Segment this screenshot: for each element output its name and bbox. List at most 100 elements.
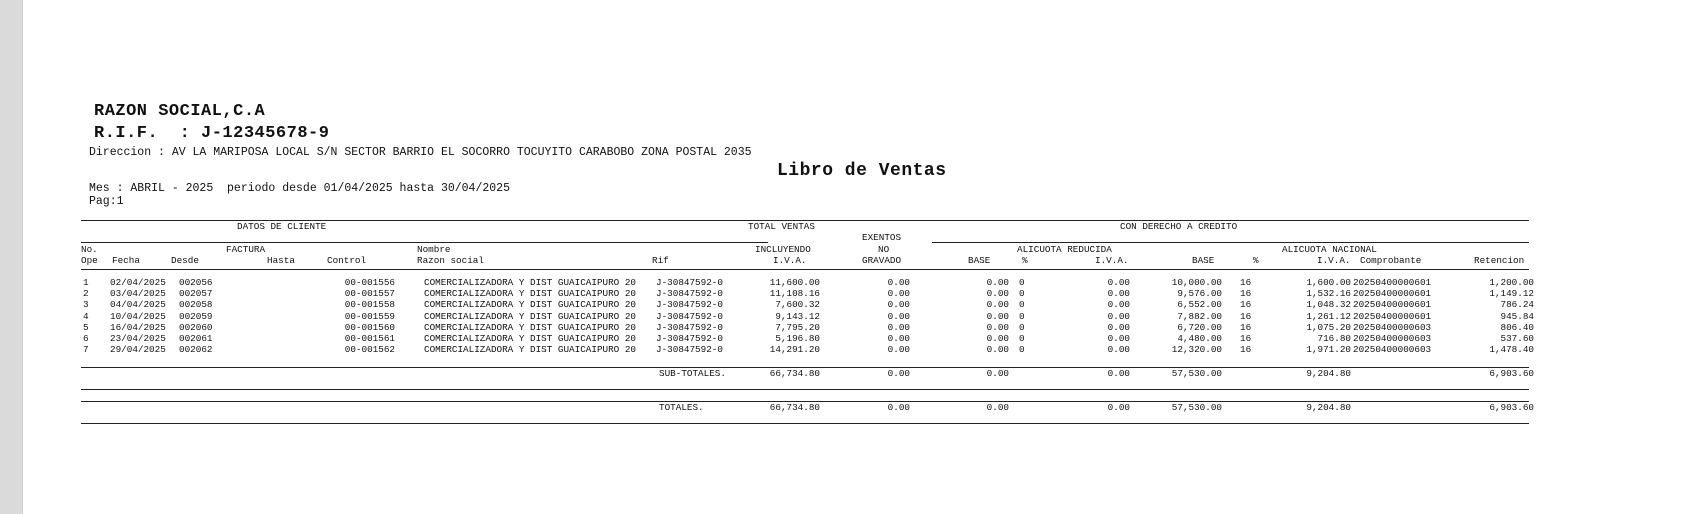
subtotales-total: 66,734.80: [769, 368, 820, 379]
cell-pct-n: 16: [1240, 344, 1252, 356]
cell-retencion: 537.60: [1500, 333, 1534, 344]
cell-retencion: 945.84: [1500, 310, 1534, 322]
subtotales-base-r: 0.00: [986, 368, 1009, 379]
cell-exentos: 0.00: [887, 310, 910, 322]
cell-pct-r: 0: [1019, 299, 1025, 311]
cell-base-n: 7,882.00: [1177, 310, 1222, 322]
cell-total: 14,291.20: [769, 344, 820, 356]
cell-base-r: 0.00: [986, 310, 1009, 322]
header-gravado: GRAVADO: [862, 255, 902, 266]
header-exentos: EXENTOS: [862, 232, 902, 243]
cell-retencion: 1,149.12: [1489, 288, 1534, 300]
cell-pct-n: 16: [1240, 299, 1252, 311]
cell-nombre: COMERCIALIZADORA Y DIST GUAICAIPURO 20: [424, 333, 637, 344]
subtotales-base-n: 57,530.00: [1171, 368, 1222, 379]
totales-base-r: 0.00: [986, 402, 1009, 413]
cell-iva-r: 0.00: [1107, 277, 1130, 288]
cell-iva-n: 1,532.16: [1306, 288, 1351, 300]
cell-iva-n: 1,971.20: [1306, 344, 1351, 356]
cell-control: 00-001561: [344, 333, 395, 344]
cell-comprobante: 20250400000601: [1353, 288, 1432, 300]
cell-base-n: 6,720.00: [1177, 321, 1222, 333]
cell-pct-n: 16: [1240, 277, 1252, 288]
cell-nombre: COMERCIALIZADORA Y DIST GUAICAIPURO 20: [424, 277, 637, 288]
totales-label: TOTALES.: [659, 402, 704, 413]
cell-pct-r: 0: [1019, 310, 1025, 322]
header-iva-total: I.V.A.: [773, 255, 807, 266]
cell-nombre: COMERCIALIZADORA Y DIST GUAICAIPURO 20: [424, 344, 637, 356]
cell-control: 00-001560: [344, 321, 395, 333]
cell-base-n: 12,320.00: [1171, 344, 1222, 356]
cell-desde: 002058: [179, 299, 213, 311]
header-alicuota-reducida: ALICUOTA REDUCIDA: [1017, 244, 1112, 255]
cell-exentos: 0.00: [887, 333, 910, 344]
cell-iva-n: 1,600.00: [1306, 277, 1351, 288]
cell-fecha: 04/04/2025: [110, 299, 166, 311]
cell-base-n: 6,552.00: [1177, 299, 1222, 311]
cell-rif: J-30847592-0: [656, 333, 723, 344]
cell-control: 00-001556: [344, 277, 395, 288]
cell-nombre: COMERCIALIZADORA Y DIST GUAICAIPURO 20: [424, 299, 637, 311]
cell-total: 11,600.00: [769, 277, 820, 288]
cell-comprobante: 20250400000603: [1353, 344, 1432, 356]
cell-pct-r: 0: [1019, 333, 1025, 344]
cell-fecha: 23/04/2025: [110, 333, 166, 344]
header-iva-nacional: I.V.A.: [1317, 255, 1351, 266]
cell-desde: 002056: [179, 277, 213, 288]
cell-base-r: 0.00: [986, 288, 1009, 300]
total-bottom-line: [81, 423, 1529, 424]
cell-pct-n: 16: [1240, 310, 1252, 322]
header-alicuota-nacional: ALICUOTA NACIONAL: [1282, 244, 1377, 255]
cell-pct-r: 0: [1019, 277, 1025, 288]
cell-iva-r: 0.00: [1107, 344, 1130, 356]
cell-exentos: 0.00: [887, 344, 910, 356]
page-number: Pag:1: [89, 195, 124, 208]
cell-desde: 002062: [179, 344, 213, 356]
header-incluyendo: INCLUYENDO: [755, 244, 811, 255]
cell-comprobante: 20250400000603: [1353, 333, 1432, 344]
totales-iva-r: 0.00: [1107, 402, 1130, 413]
header-desde: Desde: [171, 255, 199, 266]
cell-rif: J-30847592-0: [656, 344, 723, 356]
cell-iva-n: 1,075.20: [1306, 321, 1351, 333]
header-nombre: Nombre: [417, 244, 451, 255]
cell-exentos: 0.00: [887, 299, 910, 311]
totales-total: 66,734.80: [769, 402, 820, 413]
totales-base-n: 57,530.00: [1171, 402, 1222, 413]
cell-retencion: 1,200.00: [1489, 277, 1534, 288]
cell-control: 00-001559: [344, 310, 395, 322]
cell-no: 6: [83, 333, 89, 344]
cell-rif: J-30847592-0: [656, 299, 723, 311]
header-factura: FACTURA: [226, 244, 266, 255]
cell-no: 5: [83, 321, 89, 333]
header-comprobante: Comprobante: [1360, 255, 1422, 266]
cell-exentos: 0.00: [887, 288, 910, 300]
company-rif: R.I.F. : J-12345678-9: [94, 124, 330, 143]
header-iva-reducida: I.V.A.: [1095, 255, 1129, 266]
cell-total: 9,143.12: [775, 310, 820, 322]
cell-control: 00-001562: [344, 344, 395, 356]
subtotales-iva-r: 0.00: [1107, 368, 1130, 379]
cell-comprobante: 20250400000603: [1353, 321, 1432, 333]
cell-iva-r: 0.00: [1107, 310, 1130, 322]
credito-underline: [932, 242, 1529, 243]
cell-iva-n: 1,048.32: [1306, 299, 1351, 311]
report-title: Libro de Ventas: [777, 161, 947, 181]
cell-iva-r: 0.00: [1107, 288, 1130, 300]
cell-base-n: 10,000.00: [1171, 277, 1222, 288]
header-datos-cliente: DATOS DE CLIENTE: [237, 221, 327, 232]
cell-pct-r: 0: [1019, 321, 1025, 333]
header-no: No.: [81, 244, 98, 255]
cell-base-r: 0.00: [986, 277, 1009, 288]
header-bottom-line: [81, 269, 1529, 270]
cell-base-r: 0.00: [986, 344, 1009, 356]
header-base-nacional: BASE: [1192, 255, 1215, 266]
cell-nombre: COMERCIALIZADORA Y DIST GUAICAIPURO 20: [424, 288, 637, 300]
left-gutter: [0, 0, 23, 514]
header-rif: Rif: [652, 255, 669, 266]
cell-no: 4: [83, 310, 89, 322]
header-pct-reducida: %: [1022, 255, 1028, 266]
cell-retencion: 806.40: [1500, 321, 1534, 333]
header-pct-nacional: %: [1253, 255, 1259, 266]
cell-desde: 002059: [179, 310, 213, 322]
